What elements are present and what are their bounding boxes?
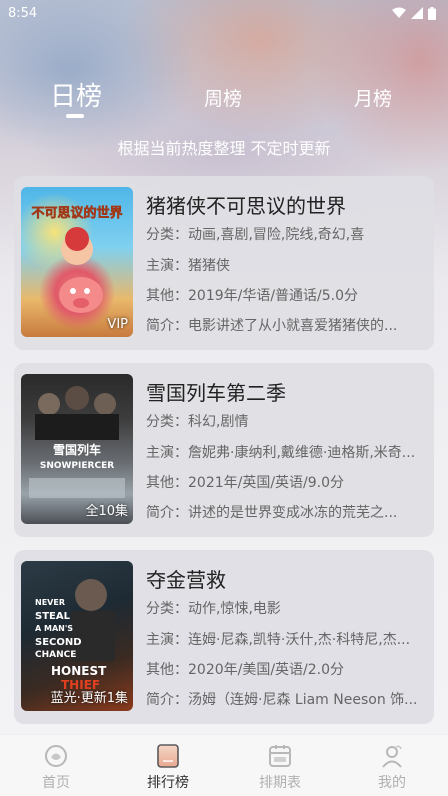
schedule-icon bbox=[269, 745, 291, 767]
poster-badge: 蓝光·更新1集 bbox=[50, 691, 128, 706]
movie-summary: 简介：电影讲述了从小就喜爱猪猪侠的... bbox=[146, 318, 398, 334]
movie-title: 猪猪侠不可思议的世界 bbox=[146, 194, 346, 218]
svg-text:CHANCE: CHANCE bbox=[35, 650, 76, 660]
tab-indicator bbox=[66, 114, 84, 118]
movie-cast: 主演：猪猪侠 bbox=[146, 258, 230, 274]
poster-badge: VIP bbox=[107, 317, 128, 332]
movie-poster: 不可思议的世界 VIP bbox=[21, 187, 133, 337]
svg-text:HONEST: HONEST bbox=[51, 664, 107, 678]
nav-profile[interactable]: 我的 bbox=[336, 735, 448, 796]
movie-summary: 简介：讲述的是世界变成冰冻的荒芜之... bbox=[146, 505, 398, 521]
poster-art: 不可思议的世界 bbox=[31, 205, 123, 313]
movie-category: 分类：动画,喜剧,冒险,院线,奇幻,喜 bbox=[146, 227, 365, 243]
status-time: 8:54 bbox=[8, 5, 38, 21]
movie-poster: NEVER STEAL A MAN'S SECOND CHANCE HONEST… bbox=[21, 561, 133, 711]
movie-title: 雪国列车第二季 bbox=[146, 381, 286, 405]
movie-card[interactable]: 不可思议的世界 VIP 猪猪侠不可思议的世界 分类：动画,喜剧,冒险,院线,奇幻… bbox=[14, 176, 434, 350]
movie-other-info: 其他：2021年/英国/英语/9.0分 bbox=[146, 475, 345, 491]
movie-poster: 雪国列车 SNOWPIERCER 全10集 bbox=[21, 374, 133, 524]
ranking-tabs: 日榜 周榜 月榜 bbox=[0, 72, 448, 122]
wifi-icon bbox=[392, 7, 406, 18]
tab-daily[interactable]: 日榜 bbox=[50, 76, 102, 113]
tab-monthly[interactable]: 月榜 bbox=[354, 84, 392, 111]
nav-label: 排行榜 bbox=[147, 775, 189, 791]
nav-label: 排期表 bbox=[259, 775, 301, 791]
nav-ranking[interactable]: 排行榜 bbox=[112, 735, 224, 796]
nav-label: 我的 bbox=[378, 775, 406, 791]
svg-text:SECOND: SECOND bbox=[35, 637, 82, 648]
svg-text:雪国列车: 雪国列车 bbox=[53, 442, 101, 457]
ranking-icon bbox=[157, 744, 179, 768]
status-icons bbox=[392, 6, 436, 20]
movie-summary: 简介：汤姆（连姆·尼森 Liam Neeson 饰... bbox=[146, 692, 418, 708]
status-bar: 8:54 bbox=[0, 0, 448, 26]
movie-title: 夺金营救 bbox=[146, 568, 226, 592]
battery-icon bbox=[428, 6, 436, 20]
bottom-navigation: 首页 排行榜 排期表 我的 bbox=[0, 734, 448, 796]
svg-text:STEAL: STEAL bbox=[35, 611, 71, 622]
movie-other-info: 其他：2020年/美国/英语/2.0分 bbox=[146, 662, 345, 678]
movie-category: 分类：动作,惊悚,电影 bbox=[146, 601, 281, 617]
home-icon bbox=[45, 745, 67, 767]
movie-other-info: 其他：2019年/华语/普通话/5.0分 bbox=[146, 288, 359, 304]
movie-category: 分类：科幻,剧情 bbox=[146, 414, 249, 430]
svg-text:SNOWPIERCER: SNOWPIERCER bbox=[40, 461, 114, 471]
movie-card[interactable]: 雪国列车 SNOWPIERCER 全10集 雪国列车第二季 分类：科幻,剧情 主… bbox=[14, 363, 434, 537]
svg-text:NEVER: NEVER bbox=[35, 598, 65, 607]
movie-cast: 主演：詹妮弗·康纳利,戴维德·迪格斯,米奇... bbox=[146, 445, 416, 461]
signal-icon bbox=[411, 7, 423, 19]
nav-label: 首页 bbox=[42, 775, 70, 791]
poster-title-art: 不可思议的世界 bbox=[31, 205, 122, 221]
profile-icon bbox=[382, 745, 402, 768]
movie-cast: 主演：连姆·尼森,凯特·沃什,杰·科特尼,杰... bbox=[146, 632, 411, 648]
movie-card[interactable]: NEVER STEAL A MAN'S SECOND CHANCE HONEST… bbox=[14, 550, 434, 724]
tab-weekly[interactable]: 周榜 bbox=[204, 84, 242, 111]
ranking-subtitle: 根据当前热度整理 不定时更新 bbox=[117, 139, 331, 158]
svg-text:A MAN'S: A MAN'S bbox=[35, 624, 73, 633]
nav-schedule[interactable]: 排期表 bbox=[224, 735, 336, 796]
poster-badge: 全10集 bbox=[85, 504, 128, 519]
nav-home[interactable]: 首页 bbox=[0, 735, 112, 796]
